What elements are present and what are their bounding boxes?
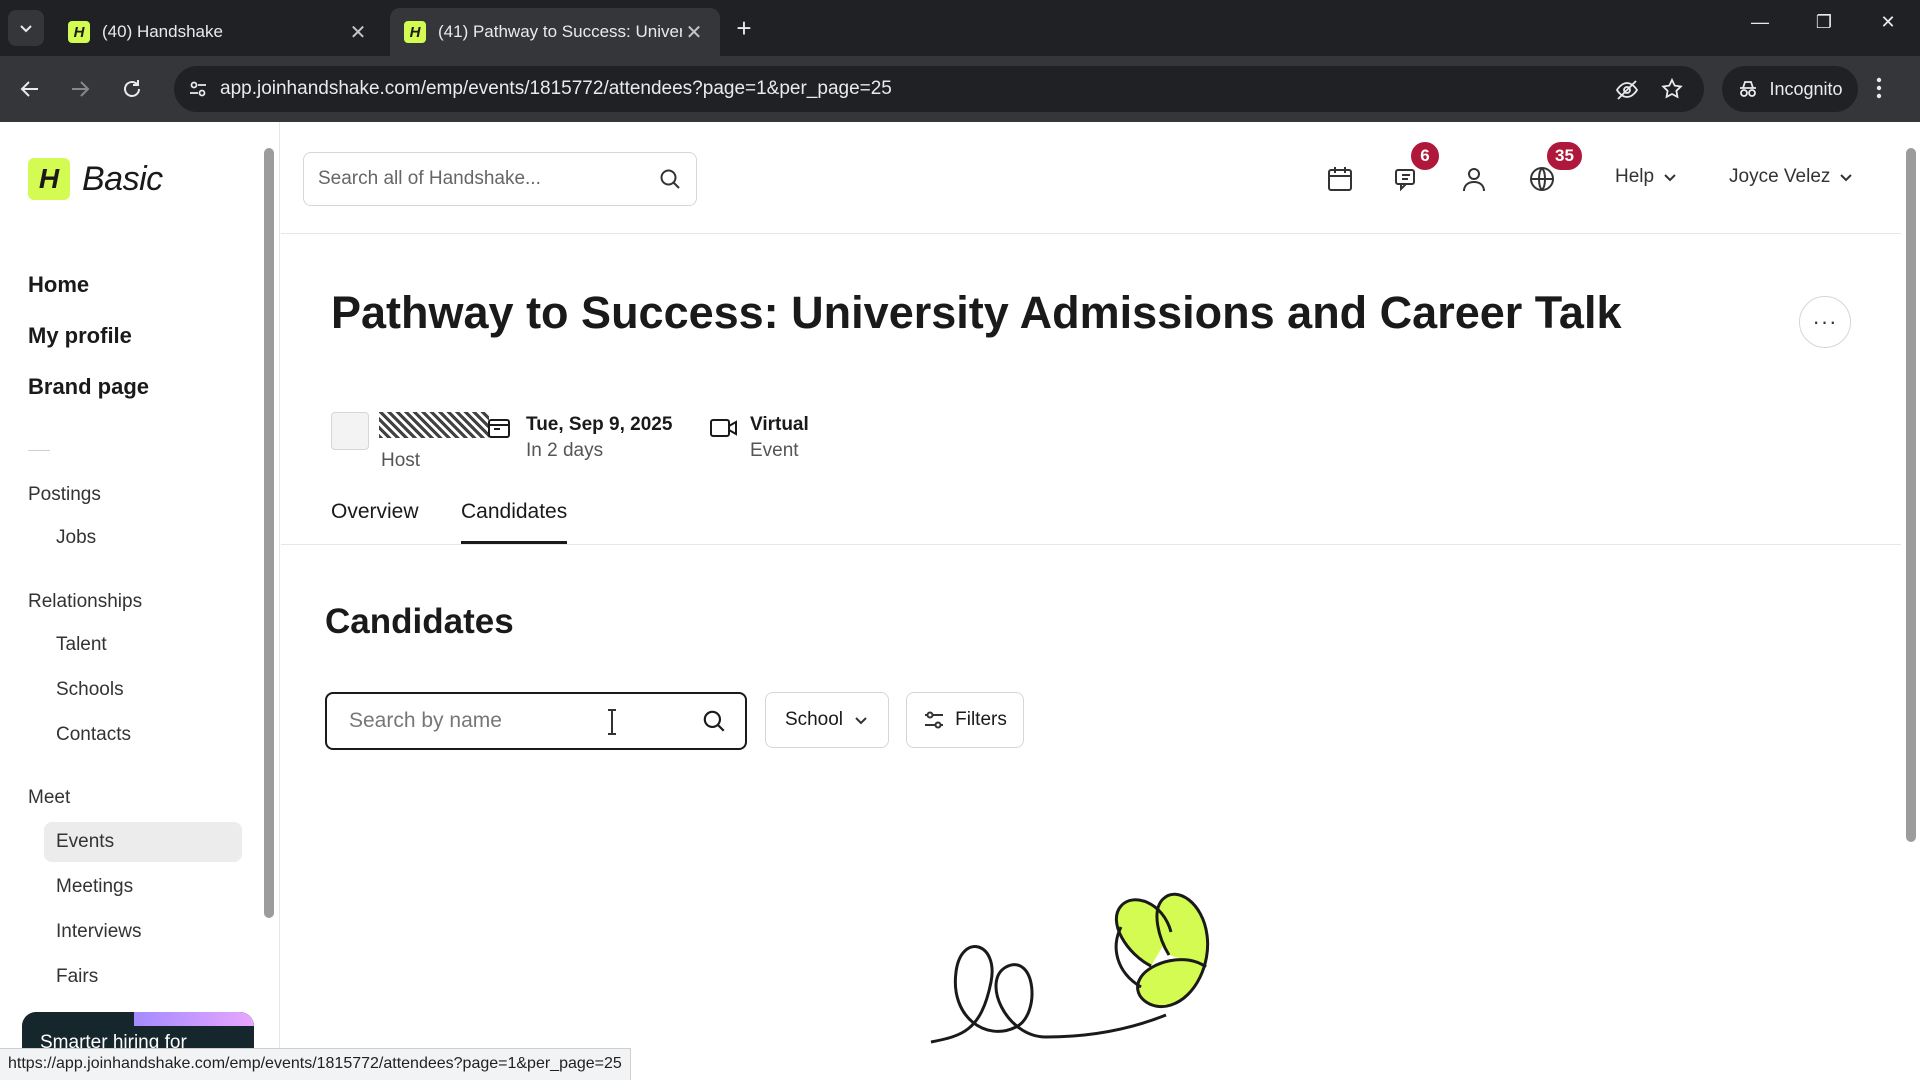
chevron-down-icon bbox=[1840, 174, 1853, 182]
close-icon[interactable]: ✕ bbox=[682, 20, 706, 45]
chevron-down-icon bbox=[20, 25, 32, 33]
close-icon[interactable]: ✕ bbox=[346, 20, 370, 45]
window-close-icon[interactable]: ✕ bbox=[1868, 12, 1908, 33]
sidebar-item-events[interactable]: Events bbox=[44, 822, 242, 862]
eye-off-icon[interactable] bbox=[1614, 77, 1640, 103]
sliders-icon bbox=[925, 711, 944, 729]
status-bar-url: https://app.joinhandshake.com/emp/events… bbox=[0, 1048, 631, 1080]
star-icon[interactable] bbox=[1660, 77, 1686, 103]
school-filter-label: School bbox=[784, 709, 844, 730]
reload-icon[interactable] bbox=[116, 73, 148, 105]
school-filter-button[interactable]: School bbox=[765, 692, 889, 748]
sidebar-item-home[interactable]: Home bbox=[28, 272, 89, 298]
restore-icon[interactable]: ❐ bbox=[1804, 12, 1844, 33]
tab-candidates[interactable]: Candidates bbox=[461, 492, 568, 544]
chevron-down-icon bbox=[1664, 174, 1676, 182]
user-menu[interactable]: Joyce Velez bbox=[1729, 166, 1854, 188]
sidebar-item-my-profile[interactable]: My profile bbox=[28, 323, 132, 349]
browser-toolbar: app.joinhandshake.com/emp/events/1815772… bbox=[0, 56, 1920, 122]
sidebar-scrollbar-thumb[interactable] bbox=[264, 148, 274, 918]
sidebar-section-meet: Meet bbox=[28, 787, 71, 808]
browser-tab-event[interactable]: H (41) Pathway to Success: Univer ✕ bbox=[390, 8, 720, 56]
global-search-input[interactable] bbox=[318, 168, 658, 190]
event-date: Tue, Sep 9, 2025 In 2 days bbox=[526, 414, 672, 462]
address-bar[interactable]: app.joinhandshake.com/emp/events/1815772… bbox=[174, 66, 1704, 112]
sidebar-item-jobs[interactable]: Jobs bbox=[44, 518, 242, 558]
handshake-favicon-icon: H bbox=[404, 21, 426, 43]
incognito-icon bbox=[1740, 81, 1757, 97]
main-content: 6 35 Help Joyce Velez Pathway to Success… bbox=[281, 122, 1901, 1080]
site-info-icon[interactable] bbox=[188, 79, 208, 104]
sidebar-divider bbox=[28, 450, 50, 451]
tab-overview[interactable]: Overview bbox=[331, 492, 419, 544]
url-text: app.joinhandshake.com/emp/events/1815772… bbox=[220, 78, 892, 99]
video-camera-icon bbox=[709, 416, 739, 445]
help-label: Help bbox=[1615, 166, 1655, 187]
sidebar-section-postings: Postings bbox=[28, 484, 101, 505]
host-name-redacted bbox=[379, 412, 489, 438]
event-location-type: Virtual bbox=[750, 414, 809, 435]
event-location-sub: Event bbox=[750, 440, 799, 461]
text-cursor-icon bbox=[608, 709, 616, 735]
calendar-icon[interactable] bbox=[1323, 162, 1357, 196]
page-title: Pathway to Success: University Admission… bbox=[331, 287, 1622, 338]
candidates-heading: Candidates bbox=[325, 602, 514, 641]
filters-button[interactable]: Filters bbox=[906, 692, 1024, 748]
event-location: Virtual Event bbox=[750, 414, 809, 462]
sidebar-section-relationships: Relationships bbox=[28, 591, 143, 612]
handshake-favicon-icon: H bbox=[68, 21, 90, 43]
sidebar-item-contacts[interactable]: Contacts bbox=[44, 715, 242, 755]
more-options-button[interactable]: ··· bbox=[1799, 296, 1851, 348]
new-tab-icon[interactable]: + bbox=[730, 14, 758, 42]
filters-label: Filters bbox=[955, 709, 1007, 730]
tabs-divider bbox=[281, 544, 1901, 545]
sidebar: H Basic Home My profile Brand page Posti… bbox=[0, 122, 280, 1080]
empty-state-illustration bbox=[930, 892, 1210, 1044]
notifications-badge: 35 bbox=[1545, 140, 1584, 172]
minimize-icon[interactable]: — bbox=[1740, 12, 1780, 33]
event-date-relative: In 2 days bbox=[526, 440, 604, 461]
handshake-logo[interactable]: H Basic bbox=[28, 158, 163, 200]
sidebar-item-interviews[interactable]: Interviews bbox=[44, 912, 242, 952]
forward-icon[interactable] bbox=[64, 73, 96, 105]
sidebar-scrollbar[interactable] bbox=[264, 124, 274, 1078]
messages-badge: 6 bbox=[1409, 140, 1441, 172]
user-name: Joyce Velez bbox=[1729, 166, 1831, 187]
event-date-text: Tue, Sep 9, 2025 bbox=[526, 414, 673, 435]
calendar-icon bbox=[487, 416, 511, 445]
browser-tab-title: (40) Handshake bbox=[102, 22, 223, 41]
sidebar-item-fairs[interactable]: Fairs bbox=[44, 957, 242, 997]
host-label: Host bbox=[381, 450, 421, 471]
host-meta: Host bbox=[381, 450, 420, 472]
browser-tab-bar: H (40) Handshake ✕ H (41) Pathway to Suc… bbox=[0, 0, 1920, 56]
tab-search-button[interactable] bbox=[8, 10, 44, 46]
incognito-label: Incognito bbox=[1769, 78, 1843, 99]
sidebar-item-meetings[interactable]: Meetings bbox=[44, 867, 242, 907]
candidate-search-input[interactable] bbox=[349, 709, 701, 733]
sidebar-item-brand-page[interactable]: Brand page bbox=[28, 374, 149, 400]
sidebar-item-talent[interactable]: Talent bbox=[44, 625, 242, 665]
global-search[interactable] bbox=[303, 152, 697, 206]
browser-menu-icon[interactable] bbox=[1876, 76, 1882, 105]
plan-name: Basic bbox=[82, 159, 163, 198]
sidebar-item-schools[interactable]: Schools bbox=[44, 670, 242, 710]
back-icon[interactable] bbox=[14, 73, 46, 105]
incognito-indicator[interactable]: Incognito bbox=[1722, 66, 1858, 112]
host-logo bbox=[331, 412, 369, 450]
main-scrollbar-thumb[interactable] bbox=[1906, 148, 1916, 842]
handshake-logo-icon: H bbox=[28, 158, 70, 200]
chevron-down-icon bbox=[855, 717, 867, 725]
main-scrollbar[interactable] bbox=[1902, 122, 1920, 1080]
help-menu[interactable]: Help bbox=[1615, 166, 1678, 188]
search-icon[interactable] bbox=[701, 708, 727, 734]
browser-tab-title: (41) Pathway to Success: Univer bbox=[438, 22, 682, 41]
user-icon[interactable] bbox=[1457, 162, 1491, 196]
browser-tab-handshake[interactable]: H (40) Handshake ✕ bbox=[54, 8, 384, 56]
app-header: 6 35 Help Joyce Velez bbox=[281, 122, 1901, 234]
candidate-search[interactable] bbox=[325, 692, 747, 750]
search-icon[interactable] bbox=[658, 167, 682, 191]
